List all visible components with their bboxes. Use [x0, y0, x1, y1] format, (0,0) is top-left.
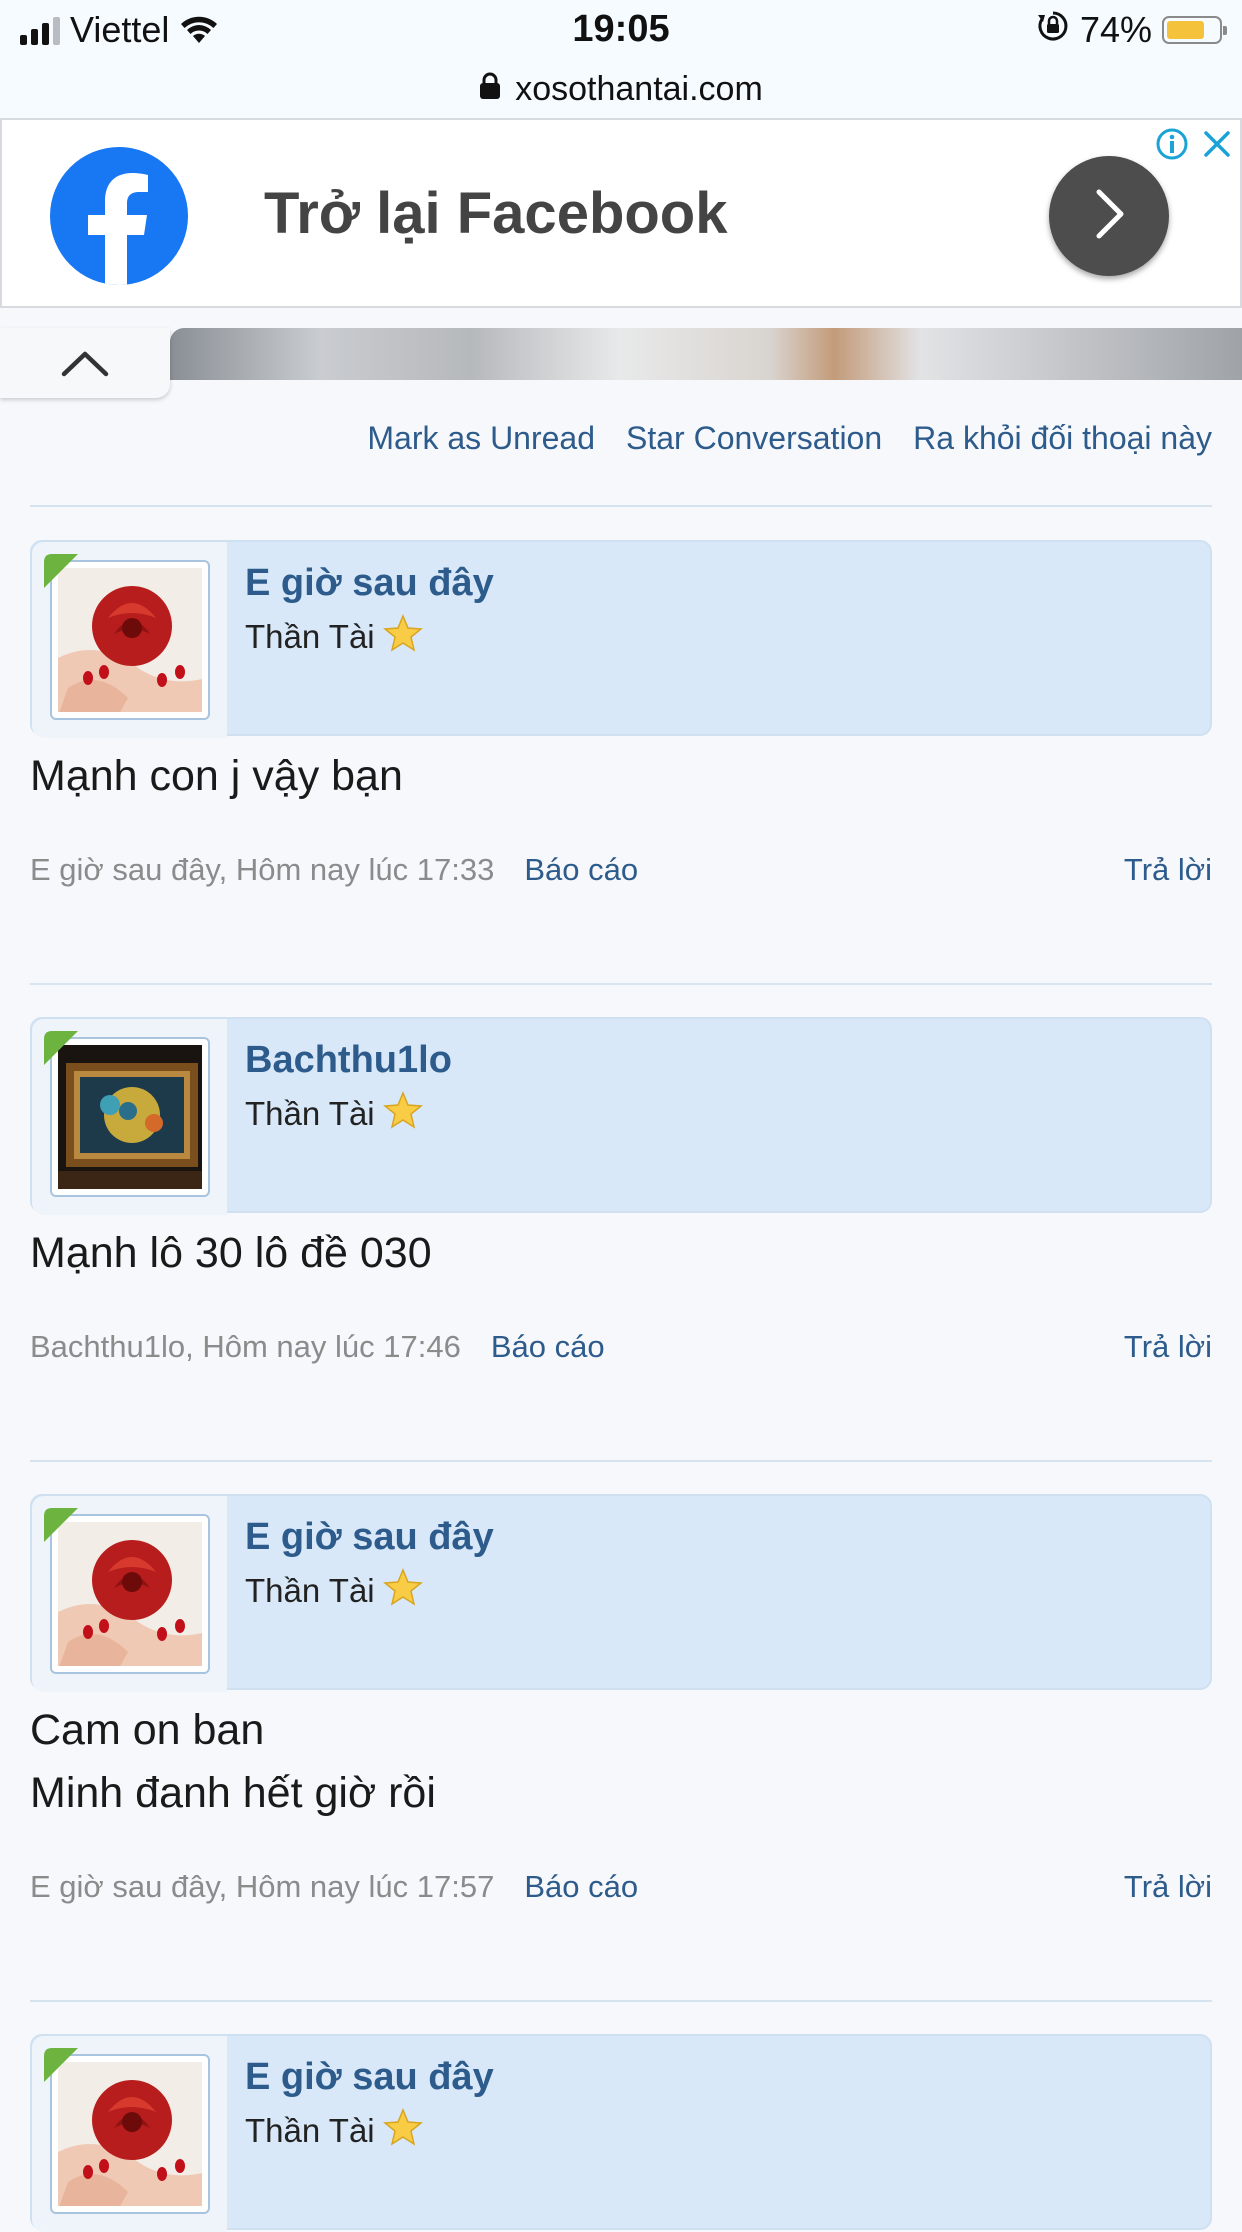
battery-icon: [1162, 16, 1227, 44]
ad-next-button[interactable]: [1049, 156, 1169, 276]
message-line: Mạnh lô 30 lô đề 030: [30, 1229, 432, 1277]
online-indicator-icon: [44, 1031, 78, 1065]
user-title-label: Thần Tài: [245, 2112, 375, 2149]
online-indicator-icon: [44, 2048, 78, 2082]
message-body: Mạnh con j vậy bạn: [30, 745, 403, 808]
message-header: Bachthu1lo Thần Tài: [30, 1017, 1212, 1215]
message-item: Bachthu1lo Thần Tài: [30, 1017, 1212, 1215]
report-link[interactable]: Báo cáo: [524, 852, 638, 888]
star-icon: [382, 2108, 423, 2154]
message-header: E giờ sau đây Thần Tài: [30, 1494, 1212, 1692]
conversation-actions: Mark as Unread Star Conversation Ra khỏi…: [367, 420, 1212, 457]
avatar-container: [32, 1496, 227, 1692]
divider: [30, 1460, 1212, 1462]
message-meta: Bachthu1lo, Hôm nay lúc 17:46 Báo cáo: [30, 1329, 605, 1365]
avatar-container: [32, 1019, 227, 1215]
message-header: E giờ sau đây Thần Tài: [30, 540, 1212, 738]
message-meta: E giờ sau đây, Hôm nay lúc 17:33 Báo cáo: [30, 852, 638, 888]
mark-unread-link[interactable]: Mark as Unread: [367, 420, 595, 457]
leave-conversation-link[interactable]: Ra khỏi đối thoại này: [913, 420, 1212, 457]
user-title-label: Thần Tài: [245, 1095, 375, 1132]
avatar-container: [32, 542, 227, 738]
chevron-right-icon: [1089, 186, 1129, 247]
message-body: Mạnh lô 30 lô đề 030: [30, 1222, 432, 1285]
report-link[interactable]: Báo cáo: [524, 1869, 638, 1905]
reply-link[interactable]: Trả lời: [1124, 1329, 1212, 1365]
battery-percent: 74%: [1079, 9, 1152, 50]
user-title: Thần Tài: [245, 614, 423, 660]
orientation-lock-icon: [1036, 9, 1070, 52]
message-item: E giờ sau đây Thần Tài: [30, 540, 1212, 738]
facebook-logo-icon: [50, 147, 188, 285]
star-conversation-link[interactable]: Star Conversation: [626, 420, 882, 457]
message-item: E giờ sau đây Thần Tài: [30, 1494, 1212, 1692]
message-header: E giờ sau đây Thần Tài: [30, 2034, 1212, 2232]
divider: [30, 2000, 1212, 2002]
divider: [30, 505, 1212, 507]
status-bar: Viettel 19:05 74%: [0, 0, 1242, 60]
message-line: Minh đanh hết giờ rồi: [30, 1769, 436, 1817]
status-right: 74%: [1036, 8, 1227, 52]
user-title: Thần Tài: [245, 1568, 423, 1614]
url-bar[interactable]: xosothantai.com: [0, 60, 1242, 120]
close-icon[interactable]: [1200, 127, 1234, 161]
message-timestamp: Bachthu1lo, Hôm nay lúc 17:46: [30, 1329, 461, 1364]
star-icon: [382, 1091, 423, 1137]
user-title-label: Thần Tài: [245, 1572, 375, 1609]
username-link[interactable]: E giờ sau đây: [245, 1516, 494, 1559]
avatar-container: [32, 2036, 227, 2232]
lock-icon: [479, 70, 501, 109]
message-item: E giờ sau đây Thần Tài: [30, 2034, 1212, 2232]
username-link[interactable]: E giờ sau đây: [245, 562, 494, 605]
message-line: Cam on ban: [30, 1706, 265, 1754]
collapse-header-button[interactable]: [0, 328, 170, 398]
star-icon: [382, 614, 423, 660]
user-title: Thần Tài: [245, 1091, 423, 1137]
user-title-label: Thần Tài: [245, 618, 375, 655]
ad-banner[interactable]: Trở lại Facebook: [0, 118, 1242, 308]
ad-title[interactable]: Trở lại Facebook: [264, 180, 728, 247]
header-image-strip: [170, 328, 1242, 380]
message-timestamp: E giờ sau đây, Hôm nay lúc 17:33: [30, 852, 495, 887]
star-icon: [382, 1568, 423, 1614]
chevron-up-icon: [61, 351, 109, 377]
online-indicator-icon: [44, 554, 78, 588]
username-link[interactable]: Bachthu1lo: [245, 1039, 452, 1082]
message-line: Mạnh con j vậy bạn: [30, 752, 403, 800]
info-icon[interactable]: [1155, 127, 1189, 161]
battery-fill: [1167, 21, 1204, 39]
message-meta: E giờ sau đây, Hôm nay lúc 17:57 Báo cáo: [30, 1869, 638, 1905]
url-text[interactable]: xosothantai.com: [515, 70, 763, 109]
reply-link[interactable]: Trả lời: [1124, 1869, 1212, 1905]
online-indicator-icon: [44, 1508, 78, 1542]
username-link[interactable]: E giờ sau đây: [245, 2056, 494, 2099]
message-body: Cam on ban Minh đanh hết giờ rồi: [30, 1699, 436, 1825]
divider: [30, 983, 1212, 985]
user-title: Thần Tài: [245, 2108, 423, 2154]
message-timestamp: E giờ sau đây, Hôm nay lúc 17:57: [30, 1869, 495, 1904]
reply-link[interactable]: Trả lời: [1124, 852, 1212, 888]
report-link[interactable]: Báo cáo: [491, 1329, 605, 1365]
